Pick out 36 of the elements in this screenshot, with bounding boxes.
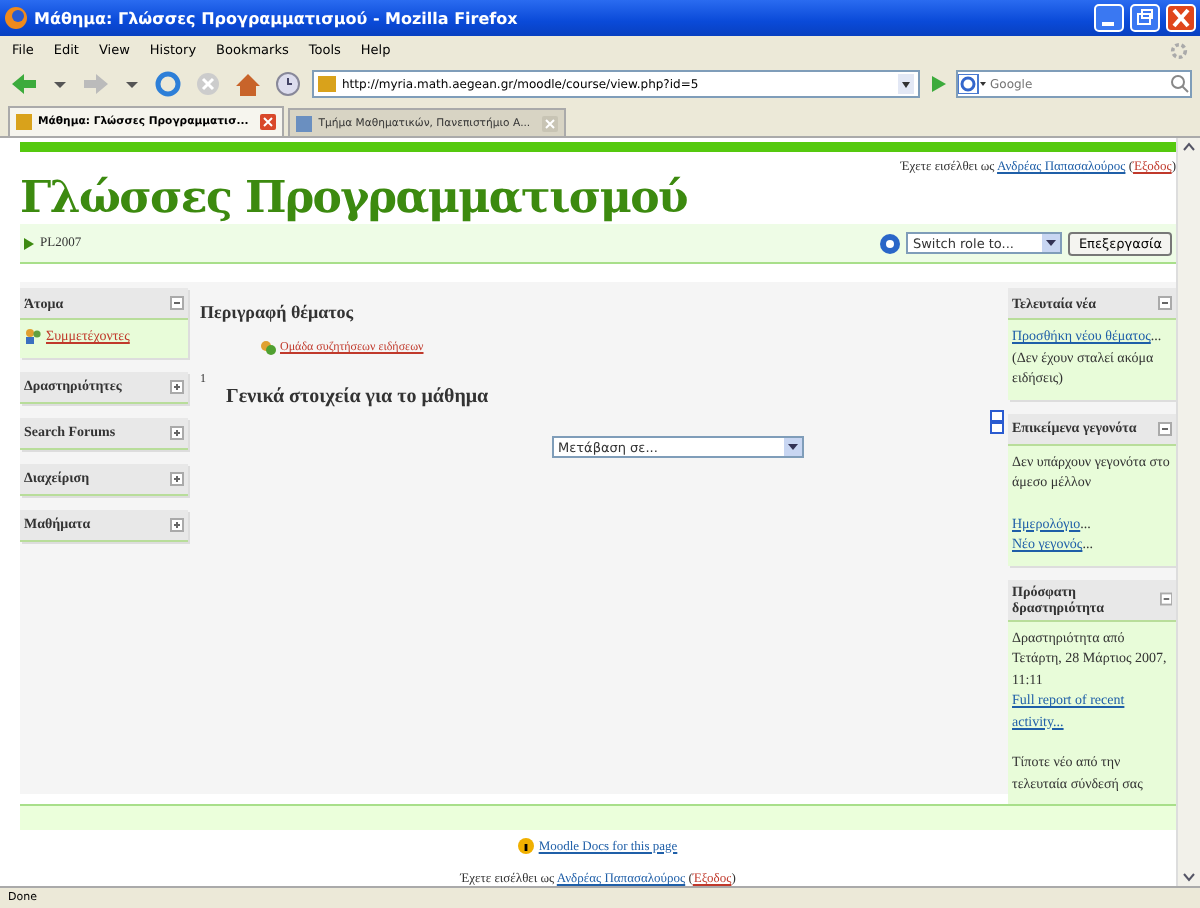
restore-icon[interactable] [1130, 4, 1160, 32]
info-icon [518, 838, 535, 854]
collapse-icon[interactable] [1158, 296, 1172, 310]
collapse-icon[interactable] [1158, 421, 1172, 435]
section-heading: Περιγραφή θέματος [200, 302, 356, 322]
home-icon[interactable] [232, 70, 264, 98]
collapse-icon[interactable] [1159, 592, 1172, 606]
move-icon[interactable] [990, 410, 1004, 434]
throbber-icon [1170, 41, 1188, 59]
window-title: Μάθημα: Γλώσσες Προγραμματισμού - Mozilla Firefox [34, 9, 520, 27]
site-icon [318, 76, 336, 92]
dropdown-icon[interactable] [1042, 234, 1061, 252]
site-icon [16, 114, 32, 130]
collapse-icon[interactable] [170, 296, 184, 310]
minimize-icon[interactable] [1094, 4, 1124, 32]
expand-icon[interactable] [170, 517, 184, 531]
expand-icon[interactable] [170, 379, 184, 393]
expand-icon[interactable] [170, 425, 184, 439]
dropdown-icon[interactable] [898, 74, 914, 94]
firefox-icon [4, 6, 28, 30]
search-icon[interactable] [1170, 74, 1190, 94]
triangle-icon [24, 237, 34, 249]
close-icon[interactable] [1166, 4, 1196, 32]
forum-icon [260, 340, 276, 356]
scrollbar[interactable] [1176, 138, 1200, 886]
people-icon [24, 328, 42, 345]
close-icon[interactable] [260, 114, 277, 130]
expand-icon[interactable] [170, 471, 184, 485]
reload-icon[interactable] [152, 70, 184, 98]
help-icon[interactable] [880, 233, 901, 253]
site-icon [296, 115, 313, 131]
section-title: Γενικά στοιχεία για το μάθημα [226, 386, 491, 408]
course-title: Γλώσσες Προγραμματισμού [20, 172, 687, 224]
history-icon[interactable] [272, 70, 304, 98]
dropdown-icon[interactable] [784, 438, 802, 456]
search-engine-icon[interactable] [958, 74, 986, 94]
